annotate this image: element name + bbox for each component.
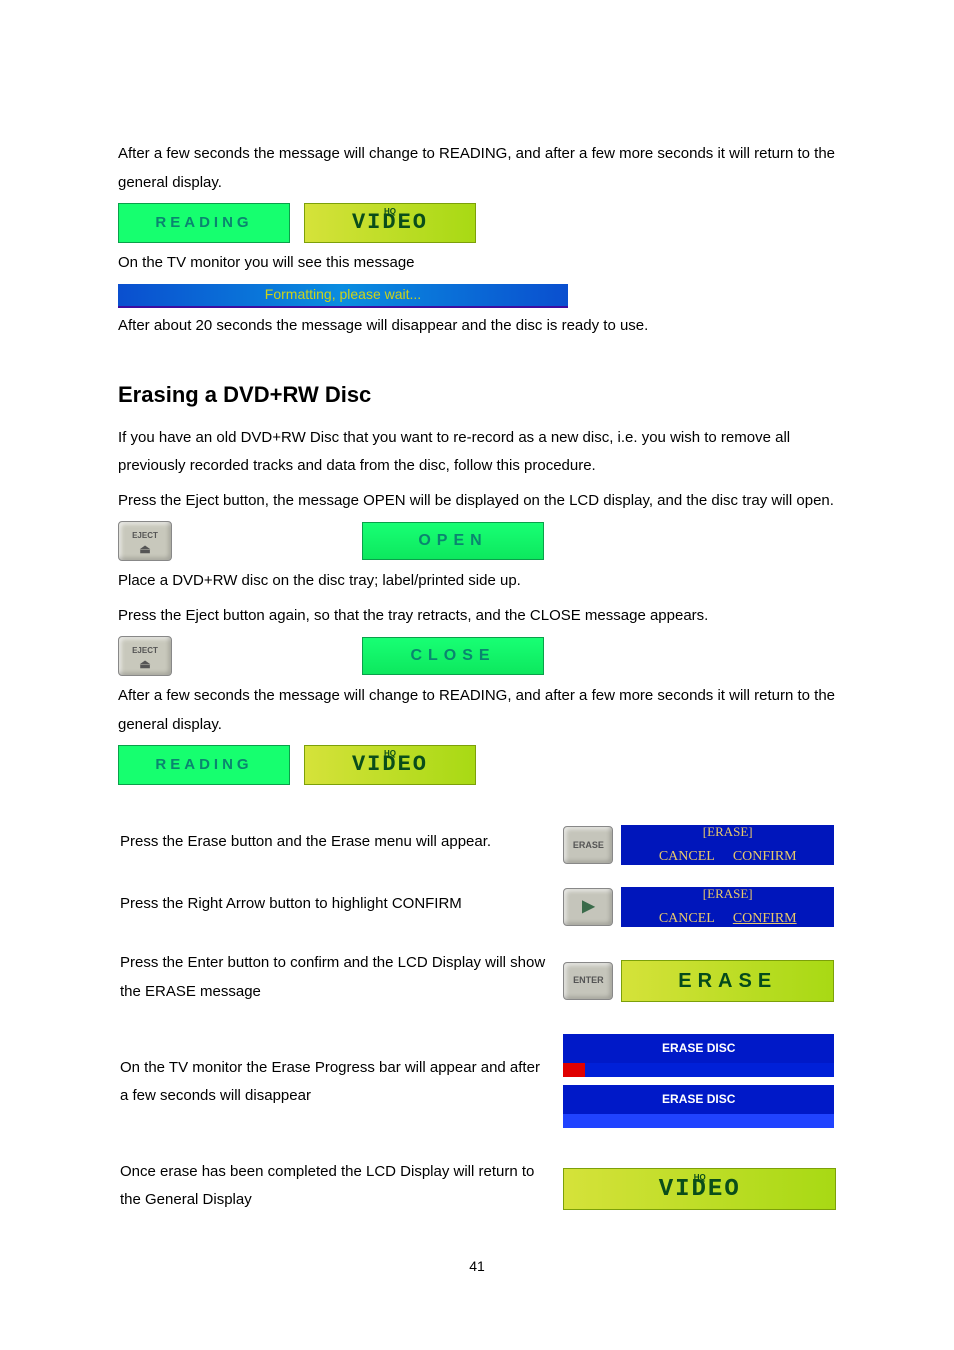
erase-button[interactable]: ERASE (563, 826, 613, 864)
hq-label: HQ (384, 204, 396, 219)
tv-message-bar: Formatting, please wait... (118, 284, 568, 308)
eject-button[interactable]: EJECT ⏏ (118, 636, 172, 676)
step-visual: ▶ [ERASE] CANCEL CONFIRM (563, 887, 834, 927)
button-lcd-row: EJECT ⏏ OPEN (118, 521, 836, 561)
lcd-video: HQ VIDEO (304, 203, 476, 243)
menu-confirm: CONFIRM (733, 844, 797, 871)
erase-progress: ERASE DISC ERASE DISC (563, 1034, 834, 1128)
paragraph: Press the Erase button and the Erase men… (120, 828, 551, 857)
paragraph: On the TV monitor you will see this mess… (118, 249, 836, 278)
document-page: After a few seconds the message will cha… (0, 0, 954, 1319)
paragraph: Press the Eject button, the message OPEN… (118, 487, 836, 516)
eject-label: EJECT (132, 643, 158, 658)
erase-menu: [ERASE] CANCEL CONFIRM (621, 825, 834, 865)
progress-fill-full (563, 1114, 834, 1128)
progress-label: ERASE DISC (563, 1085, 834, 1114)
progress-bar-full (563, 1114, 834, 1128)
lcd-reading: READING (118, 745, 290, 785)
paragraph: On the TV monitor the Erase Progress bar… (120, 1054, 551, 1111)
paragraph: Once erase has been completed the LCD Di… (120, 1158, 551, 1215)
progress-bar-partial (563, 1063, 834, 1077)
paragraph: Press the Enter button to confirm and th… (120, 949, 551, 1006)
menu-title: [ERASE] (703, 820, 753, 845)
hq-label: HQ (384, 746, 396, 761)
paragraph: Place a DVD+RW disc on the disc tray; la… (118, 567, 836, 596)
menu-confirm-highlighted: CONFIRM (733, 906, 797, 933)
paragraph: After a few seconds the message will cha… (118, 682, 836, 739)
button-lcd-row: EJECT ⏏ CLOSE (118, 636, 836, 676)
paragraph: After a few seconds the message will cha… (118, 140, 836, 197)
enter-button[interactable]: ENTER (563, 962, 613, 1000)
hq-label: HQ (694, 1170, 706, 1185)
menu-cancel: CANCEL (659, 844, 715, 871)
eject-button[interactable]: EJECT ⏏ (118, 521, 172, 561)
lcd-video: HQ VIDEO (304, 745, 476, 785)
lcd-reading: READING (118, 203, 290, 243)
lcd-row: READING HQ VIDEO (118, 203, 836, 243)
right-arrow-button[interactable]: ▶ (563, 888, 613, 926)
paragraph: After about 20 seconds the message will … (118, 312, 836, 341)
lcd-video: HQ VIDEO (563, 1168, 836, 1210)
eject-label: EJECT (132, 528, 158, 543)
step-visual: ERASE [ERASE] CANCEL CONFIRM (563, 825, 834, 865)
paragraph: If you have an old DVD+RW Disc that you … (118, 424, 836, 481)
menu-cancel: CANCEL (659, 906, 715, 933)
page-number: 41 (118, 1253, 836, 1280)
section-heading: Erasing a DVD+RW Disc (118, 374, 836, 416)
progress-label: ERASE DISC (563, 1034, 834, 1063)
paragraph: Press the Right Arrow button to highligh… (120, 890, 551, 919)
lcd-close: CLOSE (362, 637, 544, 675)
eject-icon: ⏏ (139, 543, 150, 555)
lcd-row: READING HQ VIDEO (118, 745, 836, 785)
lcd-open: OPEN (362, 522, 544, 560)
step-visual: ENTER ERASE (563, 960, 834, 1002)
menu-title: [ERASE] (703, 882, 753, 907)
arrow-right-icon: ▶ (582, 892, 594, 922)
eject-icon: ⏏ (139, 658, 150, 670)
erase-menu: [ERASE] CANCEL CONFIRM (621, 887, 834, 927)
steps-table: Press the Erase button and the Erase men… (118, 813, 836, 1233)
paragraph: Press the Eject button again, so that th… (118, 602, 836, 631)
lcd-erase: ERASE (621, 960, 834, 1002)
progress-fill (563, 1063, 585, 1077)
